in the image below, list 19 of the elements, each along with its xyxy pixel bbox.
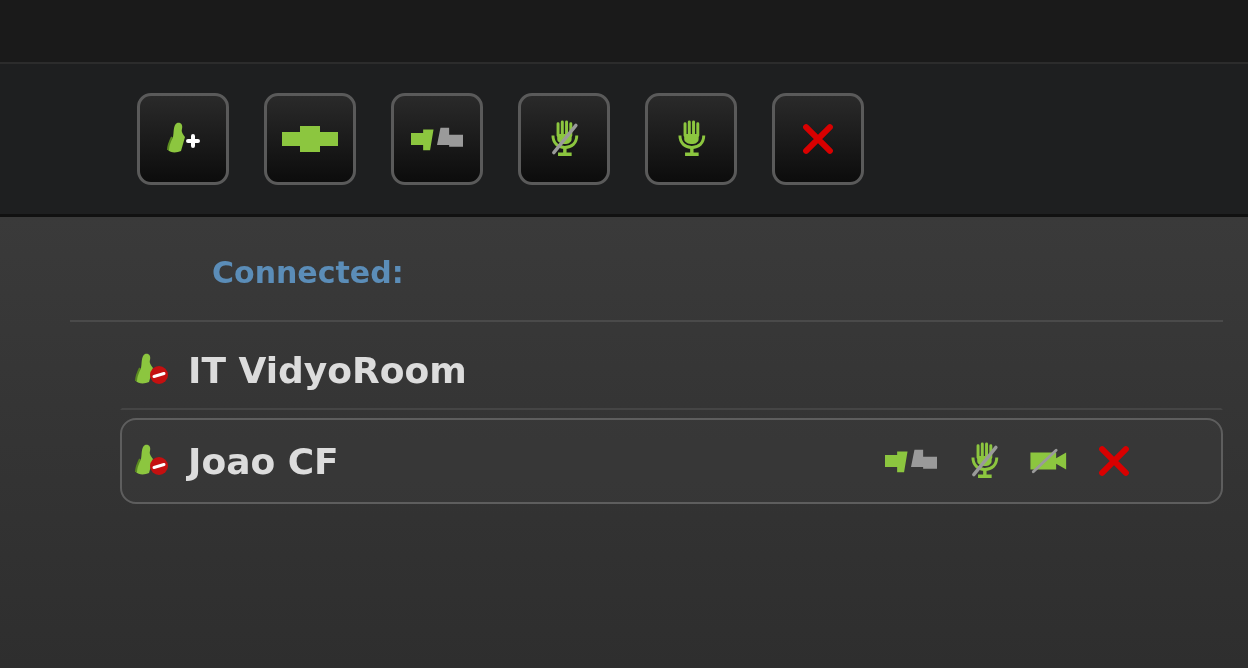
participant-name: IT VidyoRoom [188,349,467,391]
camera-muted-icon [1029,448,1069,474]
section-title: Connected: [212,255,404,292]
plug-connected-icon [280,124,340,154]
mute-button[interactable] [518,93,610,185]
participant-name: Joao CF [188,440,339,482]
participant-row[interactable]: IT VidyoRoom [120,330,1223,410]
connect-button[interactable] [264,93,356,185]
plug-disconnected-icon [883,448,939,474]
add-participant-button[interactable] [137,93,229,185]
participant-row-selected[interactable]: Joao CF [120,418,1223,504]
close-icon [801,122,835,156]
unmute-button[interactable] [645,93,737,185]
close-button[interactable] [772,93,864,185]
disconnect-button[interactable] [391,93,483,185]
disconnect-icon-button[interactable] [883,448,939,474]
close-icon [1097,444,1131,478]
plug-disconnected-icon [409,126,465,152]
camera-off-button[interactable] [1029,448,1069,474]
